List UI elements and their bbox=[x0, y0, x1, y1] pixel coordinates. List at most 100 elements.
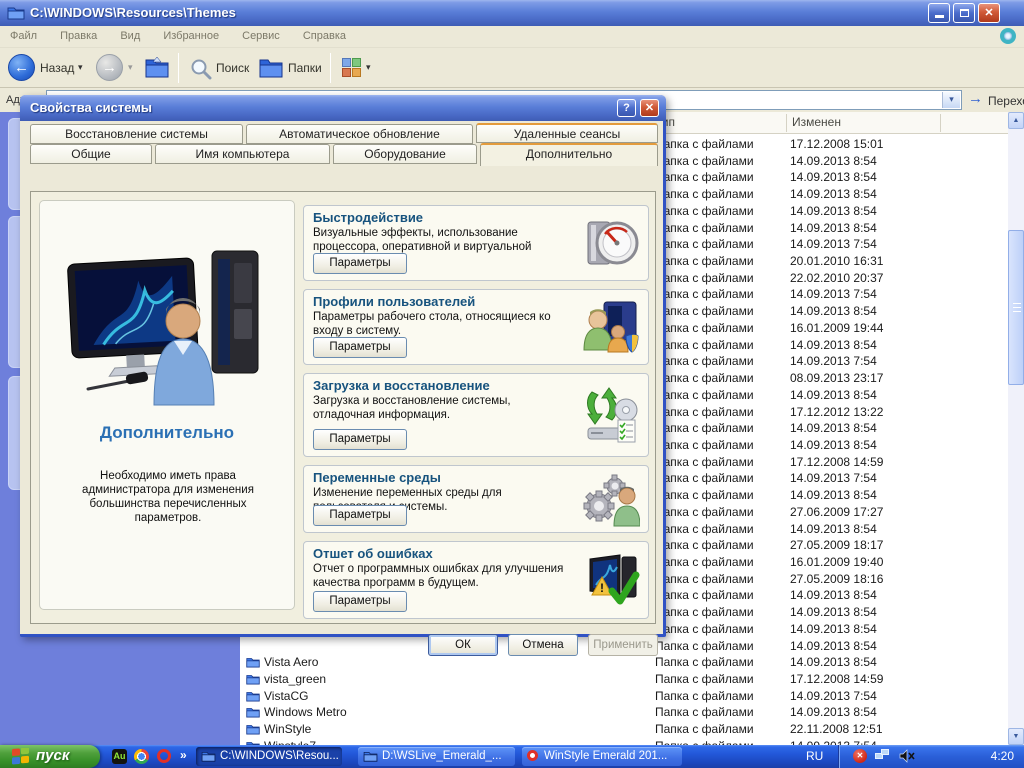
taskbar-button-explorer-themes[interactable]: C:\WINDOWS\Resou... bbox=[196, 747, 342, 766]
security-alert-icon[interactable]: ✕ bbox=[853, 749, 867, 763]
table-row[interactable]: Windows Metro Папка с файлами 14.09.2013… bbox=[240, 704, 1008, 721]
scroll-up-icon[interactable]: ▲ bbox=[1008, 112, 1024, 129]
ok-button[interactable]: ОК bbox=[428, 634, 498, 656]
column-header-modified[interactable]: Изменен bbox=[792, 115, 841, 129]
file-type: Папка с файлами bbox=[655, 605, 754, 619]
folders-icon[interactable] bbox=[258, 56, 284, 80]
file-type: Папка с файлами bbox=[655, 287, 754, 301]
section-error-reporting: Отшет об ошибках Отчет о программных оши… bbox=[303, 541, 649, 619]
section-desc: Параметры рабочего стола, относящиеся ко… bbox=[313, 311, 575, 338]
vertical-scrollbar[interactable]: ▲ ▼ bbox=[1008, 112, 1024, 745]
speedometer-icon bbox=[582, 214, 640, 272]
dialog-close-button[interactable]: ✕ bbox=[640, 99, 659, 117]
file-type: Папка с файлами bbox=[655, 405, 754, 419]
scroll-down-icon[interactable]: ▼ bbox=[1008, 728, 1024, 745]
toolbar: ← Назад ▾ → ▾ Поиск Папки ▾ bbox=[0, 48, 1024, 88]
system-tray: ✕ 4:20 bbox=[838, 745, 1024, 768]
file-modified: 08.09.2013 23:17 bbox=[790, 371, 883, 385]
close-button[interactable]: ✕ bbox=[978, 3, 1000, 23]
folders-label[interactable]: Папки bbox=[288, 61, 322, 75]
table-row[interactable]: Winstyle7 Папка с файлами 14.09.2013 7:5… bbox=[240, 738, 1008, 745]
help-button[interactable]: ? bbox=[617, 99, 636, 117]
file-type: Папка с файлами bbox=[655, 438, 754, 452]
search-icon[interactable] bbox=[190, 58, 212, 80]
taskbar-button-label: C:\WINDOWS\Resou... bbox=[220, 750, 339, 762]
table-row[interactable]: vista_green Папка с файлами 17.12.2008 1… bbox=[240, 671, 1008, 688]
apply-button[interactable]: Применить bbox=[588, 634, 658, 656]
column-separator[interactable] bbox=[940, 114, 941, 132]
tab-automatic-updates[interactable]: Автоматическое обновление bbox=[246, 124, 473, 144]
performance-settings-button[interactable]: Параметры bbox=[313, 253, 407, 274]
section-desc: Загрузка и восстановление системы, отлад… bbox=[313, 395, 575, 422]
startup-recovery-settings-button[interactable]: Параметры bbox=[313, 429, 407, 450]
menu-view[interactable]: Вид bbox=[110, 26, 150, 42]
back-label[interactable]: Назад bbox=[40, 61, 74, 75]
views-dropdown-icon[interactable]: ▾ bbox=[366, 62, 371, 73]
folder-icon bbox=[246, 706, 260, 721]
user-profiles-settings-button[interactable]: Параметры bbox=[313, 337, 407, 358]
file-type: Папка с файлами bbox=[655, 471, 754, 485]
error-reporting-icon: ! bbox=[582, 551, 640, 609]
file-modified: 14.09.2013 7:54 bbox=[790, 287, 877, 301]
taskbar-button-label: WinStyle Emerald 201... bbox=[544, 750, 667, 762]
menu-tools[interactable]: Сервис bbox=[232, 26, 290, 42]
file-modified: 22.11.2008 12:51 bbox=[790, 722, 883, 736]
chrome-icon[interactable] bbox=[134, 749, 149, 764]
views-icon[interactable] bbox=[342, 58, 362, 78]
system-properties-dialog: Свойства системы ? ✕ Восстановление сист… bbox=[20, 95, 666, 637]
cancel-button[interactable]: Отмена bbox=[508, 634, 578, 656]
network-icon[interactable] bbox=[875, 749, 891, 763]
folder-icon bbox=[7, 5, 25, 20]
dialog-titlebar[interactable]: Свойства системы ? ✕ bbox=[20, 95, 666, 121]
file-modified: 27.05.2009 18:16 bbox=[790, 572, 883, 586]
table-row[interactable]: WinStyle Папка с файлами 22.11.2008 12:5… bbox=[240, 721, 1008, 738]
quick-launch-overflow-icon[interactable]: » bbox=[180, 748, 187, 762]
search-label[interactable]: Поиск bbox=[216, 61, 249, 75]
scrollbar-thumb[interactable] bbox=[1008, 230, 1024, 385]
clock[interactable]: 4:20 bbox=[991, 749, 1014, 763]
file-type: Папка с файлами bbox=[655, 204, 754, 218]
start-button[interactable]: пуск bbox=[0, 745, 100, 768]
back-dropdown-icon[interactable]: ▾ bbox=[78, 62, 83, 73]
dialog-body: Восстановление системы Автоматическое об… bbox=[20, 121, 660, 634]
go-icon[interactable]: → bbox=[968, 91, 983, 107]
file-type: Папка с файлами bbox=[655, 488, 754, 502]
environment-variables-settings-button[interactable]: Параметры bbox=[313, 505, 407, 526]
menu-favorites[interactable]: Избранное bbox=[153, 26, 229, 42]
folder-icon bbox=[246, 656, 260, 671]
menu-edit[interactable]: Правка bbox=[50, 26, 107, 42]
tab-general[interactable]: Общие bbox=[30, 144, 152, 164]
forward-icon[interactable]: → bbox=[96, 54, 123, 81]
audition-icon[interactable]: Au bbox=[112, 749, 127, 764]
back-icon[interactable]: ← bbox=[8, 54, 35, 81]
table-row[interactable]: VistaCG Папка с файлами 14.09.2013 7:54 bbox=[240, 688, 1008, 705]
minimize-button[interactable] bbox=[928, 3, 950, 23]
address-dropdown-icon[interactable]: ▾ bbox=[942, 92, 960, 108]
taskbar-button-explorer-wslive[interactable]: D:\WSLive_Emerald_... bbox=[358, 747, 515, 766]
error-reporting-settings-button[interactable]: Параметры bbox=[313, 591, 407, 612]
menu-help[interactable]: Справка bbox=[293, 26, 356, 42]
tab-remote[interactable]: Удаленные сеансы bbox=[476, 123, 658, 143]
go-label[interactable]: Переход bbox=[988, 94, 1024, 108]
file-type: Папка с файлами bbox=[655, 237, 754, 251]
forward-dropdown-icon[interactable]: ▾ bbox=[128, 62, 133, 73]
tab-advanced[interactable]: Дополнительно bbox=[480, 143, 658, 166]
file-modified: 14.09.2013 7:54 bbox=[790, 354, 877, 368]
file-type: Папка с файлами bbox=[655, 154, 754, 168]
menu-file[interactable]: Файл bbox=[0, 26, 47, 42]
file-modified: 14.09.2013 8:54 bbox=[790, 438, 877, 452]
restore-button[interactable] bbox=[953, 3, 975, 23]
folder-icon bbox=[246, 723, 260, 738]
tab-system-restore[interactable]: Восстановление системы bbox=[30, 124, 243, 144]
tab-hardware[interactable]: Оборудование bbox=[333, 144, 477, 164]
file-type: Папка с файлами bbox=[655, 505, 754, 519]
column-separator[interactable] bbox=[786, 114, 787, 132]
section-title: Профили пользователей bbox=[313, 294, 475, 309]
up-folder-icon[interactable] bbox=[144, 55, 170, 79]
language-indicator[interactable]: RU bbox=[806, 749, 823, 763]
tab-computer-name[interactable]: Имя компьютера bbox=[155, 144, 330, 164]
taskbar-button-opera-winstyle[interactable]: WinStyle Emerald 201... bbox=[522, 747, 682, 766]
table-row[interactable]: Vista Aero Папка с файлами 14.09.2013 8:… bbox=[240, 654, 1008, 671]
volume-muted-icon[interactable] bbox=[899, 749, 915, 766]
opera-icon[interactable] bbox=[157, 749, 171, 763]
